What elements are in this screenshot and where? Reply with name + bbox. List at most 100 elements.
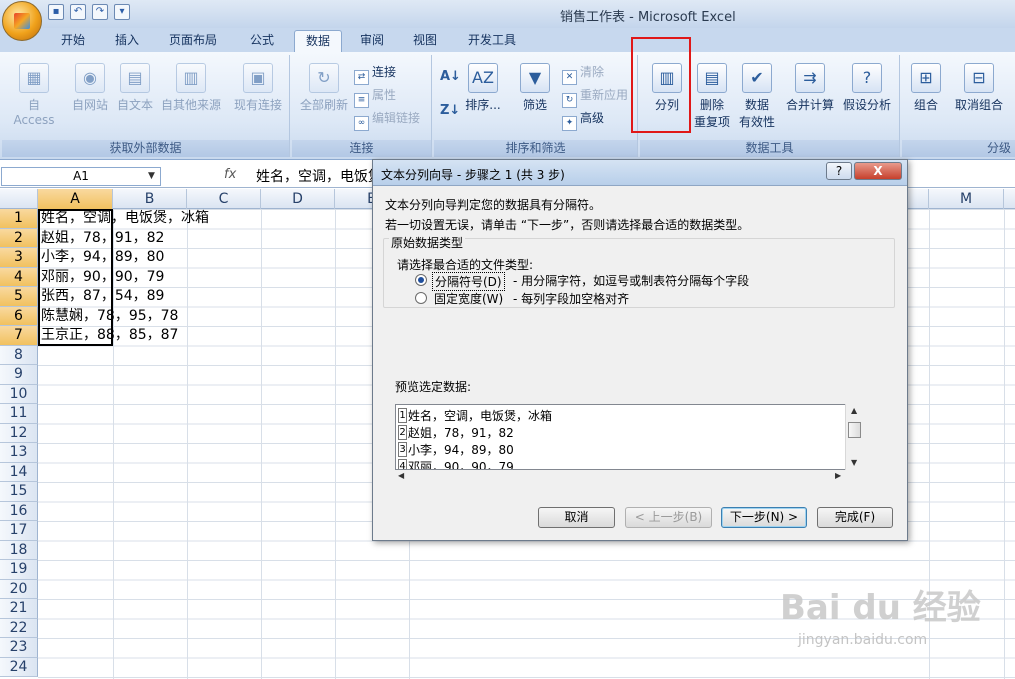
row-header[interactable]: 7 (0, 326, 38, 346)
office-button[interactable] (2, 1, 42, 41)
fixed-width-label[interactable]: 固定宽度(W) (434, 290, 503, 307)
row-header[interactable]: 21 (0, 599, 38, 619)
row-header[interactable]: 24 (0, 657, 38, 677)
column-header-b[interactable]: B (113, 189, 187, 209)
scroll-up-icon[interactable]: ▲ (851, 406, 857, 415)
scroll-right-icon[interactable]: ▶ (835, 471, 841, 480)
row-header[interactable]: 12 (0, 423, 38, 443)
row-header[interactable]: 4 (0, 267, 38, 287)
dialog-message-1: 文本分列向导判定您的数据具有分隔符。 (385, 198, 602, 212)
tab-home[interactable]: 开始 (50, 30, 96, 52)
from-access-button[interactable]: ▦ 自 Access (6, 63, 62, 127)
fixed-width-radio[interactable] (415, 292, 427, 304)
consolidate-button[interactable]: ⇉ 合并计算 (782, 63, 838, 113)
row-header[interactable]: 15 (0, 482, 38, 502)
delimited-radio[interactable] (415, 274, 427, 286)
save-icon[interactable]: ▪ (48, 4, 64, 20)
row-header[interactable]: 11 (0, 404, 38, 424)
connections-button[interactable]: ⇄ 连接 (354, 63, 396, 85)
row-header[interactable]: 18 (0, 540, 38, 560)
row-header[interactable]: 23 (0, 638, 38, 658)
customize-qat-icon[interactable]: ▾ (114, 4, 130, 20)
what-if-analysis-button[interactable]: ? 假设分析 (838, 63, 896, 113)
row-header[interactable]: 3 (0, 248, 38, 268)
tab-view[interactable]: 视图 (402, 30, 448, 52)
remove-duplicates-button[interactable]: ▤ 删除 重复项 (690, 63, 734, 130)
redo-icon[interactable]: ↷ (92, 4, 108, 20)
from-web-button[interactable]: ◉ 自网站 (68, 63, 112, 113)
filter-button[interactable]: ▼ 筛选 (514, 63, 556, 113)
ribbon-tabs: 开始 插入 页面布局 公式 数据 审阅 视图 开发工具 (0, 28, 1015, 52)
group-button[interactable]: ⊞ 组合 (906, 63, 946, 113)
validation-icon: ✔ (742, 63, 772, 93)
group-label: 获取外部数据 (2, 140, 289, 157)
column-header-m[interactable]: M (929, 189, 1004, 209)
close-button[interactable]: X (854, 162, 902, 180)
scroll-down-icon[interactable]: ▼ (851, 458, 857, 467)
edit-links-button[interactable]: ∞ 编辑链接 (354, 109, 420, 131)
scroll-thumb[interactable] (848, 422, 861, 438)
row-header[interactable]: 1 (0, 209, 38, 229)
row-header[interactable]: 13 (0, 443, 38, 463)
window-title: 销售工作表 - Microsoft Excel (560, 10, 736, 25)
cancel-button[interactable]: 取消 (538, 507, 615, 528)
row-header[interactable]: 9 (0, 365, 38, 385)
sort-ascending-icon[interactable]: A↓ (440, 69, 461, 84)
column-header-c[interactable]: C (187, 189, 261, 209)
tab-insert[interactable]: 插入 (104, 30, 150, 52)
preview-vertical-scrollbar[interactable]: ▲ ▼ (845, 404, 863, 470)
refresh-all-button[interactable]: ↻ 全部刷新 (296, 63, 352, 113)
tab-page-layout[interactable]: 页面布局 (158, 30, 228, 52)
advanced-button[interactable]: ✦ 高级 (562, 109, 604, 131)
row-header[interactable]: 6 (0, 306, 38, 326)
preview-row-text: 小李，94，89，80 (408, 443, 514, 457)
tab-developer[interactable]: 开发工具 (457, 30, 527, 52)
tab-data[interactable]: 数据 (294, 30, 343, 52)
row-header[interactable]: 19 (0, 560, 38, 580)
undo-icon[interactable]: ↶ (70, 4, 86, 20)
chevron-down-icon[interactable]: ▼ (148, 167, 162, 186)
insert-function-icon[interactable]: fx (224, 167, 242, 186)
dialog-message-2: 若一切设置无误，请单击 “下一步”，否则请选择最合适的数据类型。 (385, 218, 750, 232)
existing-connections-button[interactable]: ▣ 现有连接 (230, 63, 286, 113)
from-other-sources-button[interactable]: ▥ 自其他来源 (158, 63, 224, 113)
group-get-external-data: ▦ 自 Access ◉ 自网站 ▤ 自文本 ▥ 自其他来源 ▣ 现有连接 获取外部数据 (2, 55, 290, 157)
group-label: 分级 (902, 140, 1015, 157)
row-header[interactable]: 16 (0, 501, 38, 521)
row-header[interactable]: 22 (0, 618, 38, 638)
reapply-button[interactable]: ↻ 重新应用 (562, 86, 628, 108)
next-button[interactable]: 下一步(N) > (721, 507, 807, 528)
properties-button[interactable]: ≡ 属性 (354, 86, 396, 108)
row-header[interactable]: 14 (0, 462, 38, 482)
row-header[interactable]: 2 (0, 228, 38, 248)
tab-formulas[interactable]: 公式 (239, 30, 285, 52)
clear-button[interactable]: ✕ 清除 (562, 63, 604, 85)
select-all-corner[interactable] (0, 189, 38, 209)
row-header[interactable]: 10 (0, 384, 38, 404)
quick-access-toolbar: ▪ ↶ ↷ ▾ (48, 4, 130, 20)
help-button[interactable]: ? (826, 162, 852, 180)
finish-button[interactable]: 完成(F) (817, 507, 893, 528)
column-header-a[interactable]: A (38, 189, 113, 209)
row-header[interactable]: 8 (0, 345, 38, 365)
data-validation-button[interactable]: ✔ 数据 有效性 (734, 63, 780, 130)
delimited-description: - 用分隔字符，如逗号或制表符分隔每个字段 (513, 274, 750, 288)
row-header[interactable]: 17 (0, 521, 38, 541)
from-text-button[interactable]: ▤ 自文本 (114, 63, 156, 113)
group-connections: ↻ 全部刷新 ⇄ 连接 ≡ 属性 ∞ 编辑链接 连接 (292, 55, 432, 157)
preview-horizontal-scrollbar[interactable]: ◀ ▶ (395, 470, 845, 484)
sort-button[interactable]: AZ 排序... (464, 63, 502, 113)
back-button[interactable]: < 上一步(B) (625, 507, 712, 528)
remove-duplicates-icon: ▤ (697, 63, 727, 93)
sort-descending-icon[interactable]: Z↓ (440, 103, 460, 118)
reapply-icon: ↻ (562, 93, 577, 108)
ungroup-button[interactable]: ⊟ 取消组合 (948, 63, 1010, 113)
row-header[interactable]: 5 (0, 287, 38, 307)
column-header-d[interactable]: D (261, 189, 335, 209)
ungroup-icon: ⊟ (964, 63, 994, 93)
name-box[interactable]: A1 (1, 167, 161, 186)
row-header[interactable]: 20 (0, 579, 38, 599)
delimited-label[interactable]: 分隔符号(D) (432, 272, 505, 291)
scroll-left-icon[interactable]: ◀ (398, 471, 404, 480)
tab-review[interactable]: 审阅 (349, 30, 395, 52)
